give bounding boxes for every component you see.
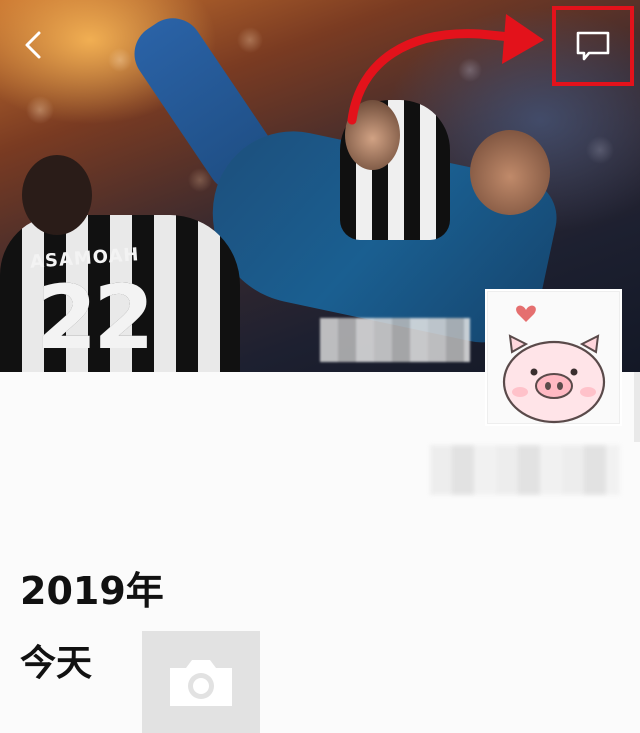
avatar[interactable] [487, 291, 620, 424]
speech-bubble-icon [576, 31, 610, 61]
post-moment-button[interactable] [142, 631, 260, 733]
defender-head [345, 100, 400, 170]
pig-avatar-icon [502, 305, 606, 424]
scroll-edge [634, 372, 640, 442]
message-button[interactable] [552, 6, 634, 86]
nickname-blurred [430, 445, 620, 495]
player-head [470, 130, 550, 215]
chevron-left-icon [25, 31, 41, 59]
year-heading: 2019年 [20, 569, 164, 613]
camera-icon [170, 660, 232, 706]
today-label: 今天 [20, 643, 93, 684]
moments-page: ASAMOAH 22 2019年 今天 [0, 0, 640, 733]
left-player-head [22, 155, 92, 235]
back-button[interactable] [16, 28, 50, 62]
jersey-number: 22 [36, 266, 154, 369]
blurred-region [320, 318, 470, 362]
